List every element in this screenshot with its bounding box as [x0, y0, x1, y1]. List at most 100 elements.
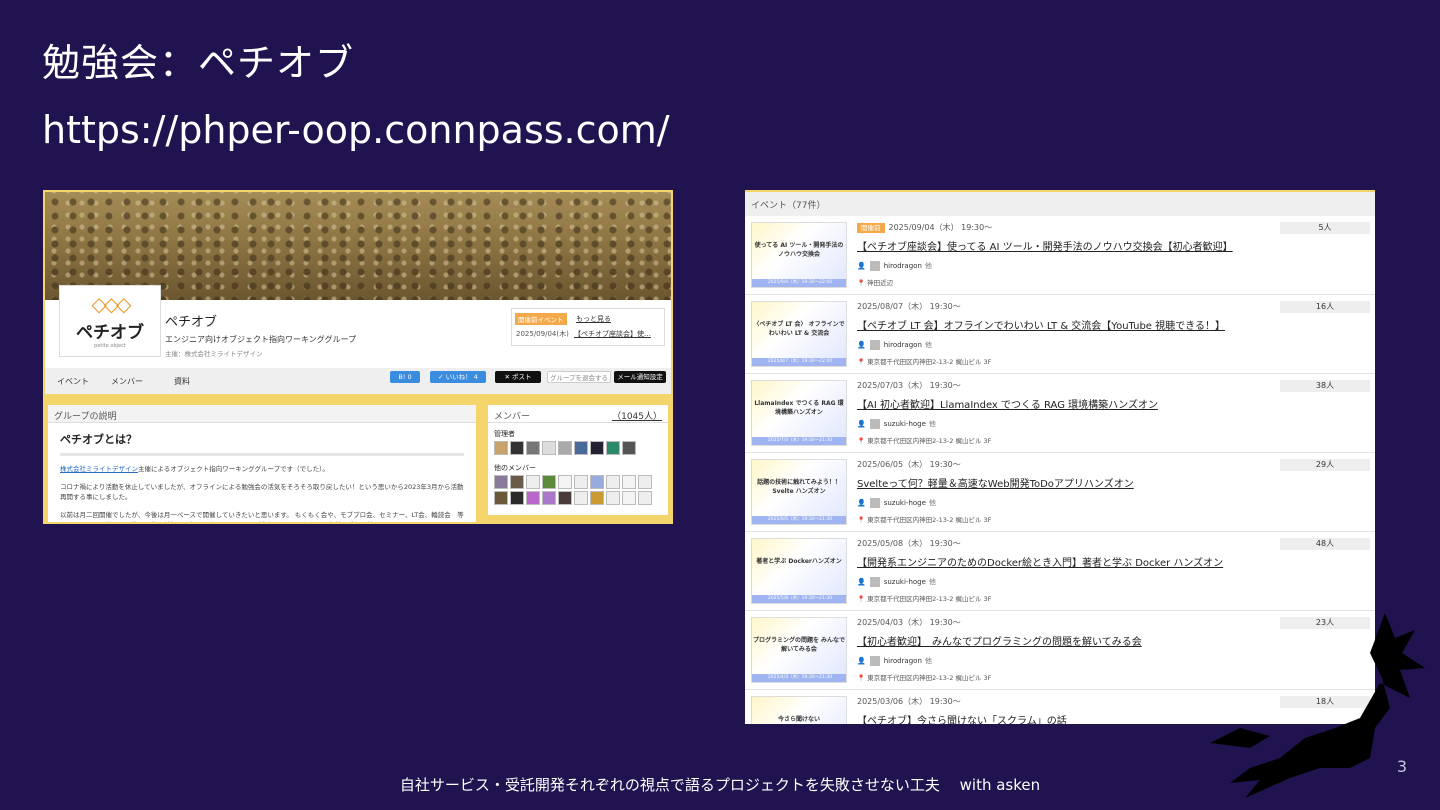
pin-icon: 📍 [857, 516, 866, 524]
avatar[interactable] [638, 475, 652, 489]
avatar[interactable] [558, 475, 572, 489]
avatar[interactable] [494, 475, 508, 489]
avatar[interactable] [526, 441, 540, 455]
avatar[interactable] [638, 491, 652, 505]
pin-icon: 📍 [857, 358, 866, 366]
pin-icon: 📍 [857, 595, 866, 603]
event-thumbnail-date: 2025/5/8（木）19:30〜21:30 [752, 595, 846, 603]
event-title-link[interactable]: 【初心者歓迎】 みんなでプログラミングの問題を解いてみる会 [857, 633, 1142, 648]
event-date: 2025/04/03（木） 19:30〜 [857, 618, 961, 627]
event-row[interactable]: LlamaIndex でつくる RAG 環境構築ハンズオン 2025/7/3（木）… [745, 374, 1375, 453]
group-organizer: 主催：株式会社ミライトデザイン [165, 350, 263, 358]
avatar[interactable] [558, 491, 572, 505]
event-thumbnail-date: 2025/8/7（木）19:30〜22:00 [752, 358, 846, 366]
event-row[interactable]: 〈ペチオブ LT 会〉 オフラインでわいわい LT & 交流会 2025/8/7（… [745, 295, 1375, 374]
avatar[interactable] [526, 475, 540, 489]
tab-members[interactable]: メンバー [111, 376, 143, 387]
avatar[interactable] [558, 441, 572, 455]
event-thumbnail[interactable]: 〈ペチオブ LT 会〉 オフラインでわいわい LT & 交流会 2025/8/7（… [751, 301, 847, 367]
mail-settings-button[interactable]: メール通知設定 [614, 371, 666, 383]
event-title-link[interactable]: 【開発系エンジニアのためのDocker絵とき入門】著者と学ぶ Docker ハン… [857, 554, 1223, 569]
person-icon: 👤 [857, 657, 866, 665]
person-icon: 👤 [857, 262, 866, 270]
about-paragraph-1: 株式会社ミライトデザイン主催によるオブジェクト指向ワーキンググループです（でした… [60, 465, 329, 473]
other-members-label: 他のメンバー [494, 464, 536, 472]
event-title-link[interactable]: 【ペチオブ】今さら聞けない「スクラム」の話 [857, 712, 1067, 724]
avatar[interactable] [869, 656, 880, 666]
event-thumbnail-date: 2025/6/5（木）19:30〜21:30 [752, 516, 846, 524]
avatar[interactable] [574, 475, 588, 489]
event-row[interactable]: 使ってる AI ツール・開発手法の ノウハウ交換会 2025/9/4（木）19:3… [745, 216, 1375, 295]
event-host: 👤 hirodragon 他 [857, 340, 932, 350]
avatar[interactable] [574, 441, 588, 455]
tab-materials[interactable]: 資料 [174, 376, 190, 387]
avatar[interactable] [622, 491, 636, 505]
group-name: ペチオブ [165, 315, 218, 330]
newest-event-link[interactable]: 【ペチオブ座談会】使… [574, 329, 651, 339]
event-date: 開催前 2025/09/04（木） 19:30〜 [857, 222, 992, 233]
person-icon: 👤 [857, 420, 866, 428]
avatar[interactable] [574, 491, 588, 505]
event-thumbnail[interactable]: 使ってる AI ツール・開発手法の ノウハウ交換会 2025/9/4（木）19:3… [751, 222, 847, 288]
leave-group-button[interactable]: グループを退会する [547, 371, 611, 383]
avatar[interactable] [590, 491, 604, 505]
avatar[interactable] [590, 475, 604, 489]
avatar[interactable] [526, 491, 540, 505]
members-box: メンバー （1045人） 管理者 他のメンバー [488, 405, 668, 515]
event-thumbnail[interactable]: 話題の技術に触れてみよう！！ Svelte ハンズオン 2025/6/5（木）19… [751, 459, 847, 525]
events-header: イベント（77件） [745, 192, 1375, 216]
group-page-screenshot: ◇◇◇ ペチオブ petite object ペチオブ エンジニア向けオブジェク… [43, 190, 673, 524]
like-button[interactable]: ✓ いいね！ 4 [430, 371, 486, 383]
event-title-link[interactable]: Svelteって何？軽量＆高速なWeb開発ToDoアプリハンズオン [857, 475, 1134, 490]
event-host: 👤 suzuki-hoge 他 [857, 498, 936, 508]
avatar[interactable] [606, 475, 620, 489]
event-place: 📍 東京都千代田区内神田2-13-2 梶山ビル 3F [857, 437, 992, 445]
event-thumbnail[interactable]: 今さら聞けない [751, 696, 847, 724]
slide-url[interactable]: https://phper-oop.connpass.com/ [42, 108, 670, 152]
avatar[interactable] [622, 441, 636, 455]
event-title-link[interactable]: 【ペチオブ座談会】使ってる AI ツール・開発手法のノウハウ交換会【初心者歓迎】 [857, 238, 1233, 253]
slide-footer: 自社サービス・受託開発それぞれの視点で語るプロジェクトを失敗させない工夫 wit… [399, 776, 1041, 794]
tab-events[interactable]: イベント [57, 376, 89, 387]
avatar[interactable] [606, 441, 620, 455]
event-date: 2025/06/05（木） 19:30〜 [857, 460, 961, 469]
event-thumbnail-date: 2025/9/4（木）19:30〜22:00 [752, 279, 846, 287]
admin-avatars [494, 441, 666, 457]
event-title-link[interactable]: 【AI 初心者歓迎】LlamaIndex でつくる RAG 環境構築ハンズオン [857, 396, 1158, 411]
pin-icon: 📍 [857, 437, 866, 445]
organizer-link[interactable]: 株式会社ミライトデザイン [60, 465, 138, 473]
event-host: 👤 hirodragon 他 [857, 656, 932, 666]
avatar[interactable] [622, 475, 636, 489]
slide-title: 勉強会：ペチオブ [42, 41, 355, 85]
avatar[interactable] [542, 441, 556, 455]
event-row[interactable]: 著者と学ぶ Dockerハンズオン 2025/5/8（木）19:30〜21:30 2… [745, 532, 1375, 611]
avatar[interactable] [494, 441, 508, 455]
avatar[interactable] [494, 491, 508, 505]
avatar[interactable] [606, 491, 620, 505]
person-icon: 👤 [857, 341, 866, 349]
avatar[interactable] [869, 261, 880, 271]
members-count-link[interactable]: （1045人） [612, 409, 662, 422]
avatar[interactable] [510, 491, 524, 505]
participant-count: 38人 [1280, 380, 1370, 392]
event-row[interactable]: 話題の技術に触れてみよう！！ Svelte ハンズオン 2025/6/5（木）19… [745, 453, 1375, 532]
avatar[interactable] [510, 475, 524, 489]
hatena-bookmark-button[interactable]: B! 0 [390, 371, 420, 383]
avatar[interactable] [869, 419, 880, 429]
event-title-link[interactable]: 【ペチオブ LT 会】オフラインでわいわい LT & 交流会【YouTube 視… [857, 317, 1225, 332]
x-post-button[interactable]: ✕ ポスト [495, 371, 541, 383]
event-thumbnail[interactable]: 著者と学ぶ Dockerハンズオン 2025/5/8（木）19:30〜21:30 [751, 538, 847, 604]
avatar[interactable] [542, 491, 556, 505]
event-thumbnail[interactable]: プログラミングの問題を みんなで解いてみる会 2025/4/3（木）19:30〜2… [751, 617, 847, 683]
avatar[interactable] [869, 498, 880, 508]
avatar[interactable] [869, 577, 880, 587]
more-link[interactable]: もっと見る [576, 314, 611, 324]
avatar[interactable] [510, 441, 524, 455]
event-date: 2025/07/03（木） 19:30〜 [857, 381, 961, 390]
about-heading: ペチオブとは？ [60, 433, 137, 446]
avatar[interactable] [590, 441, 604, 455]
avatar[interactable] [542, 475, 556, 489]
event-thumbnail[interactable]: LlamaIndex でつくる RAG 環境構築ハンズオン 2025/7/3（木）… [751, 380, 847, 446]
avatar[interactable] [869, 340, 880, 350]
newest-event-box: 開催前イベント もっと見る 2025/09/04(木) 【ペチオブ座談会】使… [511, 308, 665, 346]
